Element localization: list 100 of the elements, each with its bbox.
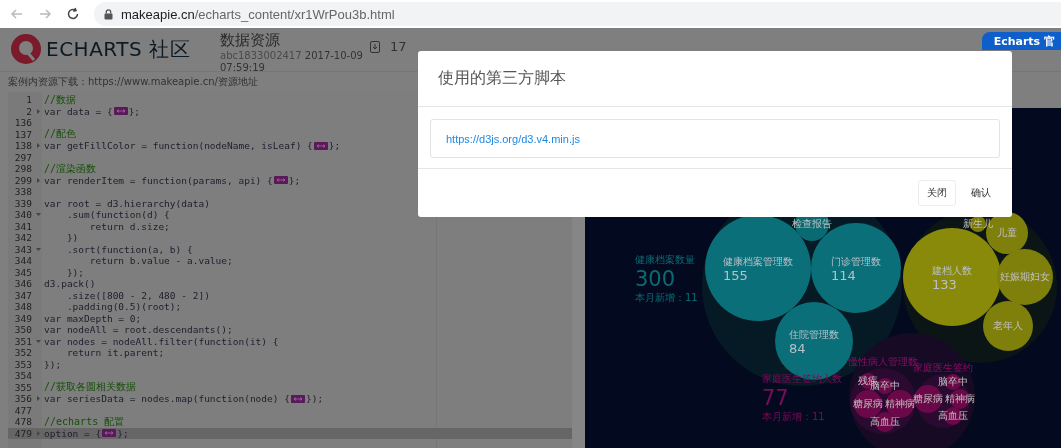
line-number: 340 [13, 209, 32, 221]
line-number: 138 [13, 140, 32, 152]
line-number: 299 [13, 174, 32, 186]
fold-expanded-icon[interactable] [35, 212, 41, 218]
line-number: 297 [13, 151, 32, 163]
stat-value: 300 [635, 267, 677, 291]
fold-collapsed-icon[interactable] [35, 430, 41, 436]
fold-collapsed-icon[interactable] [35, 396, 41, 402]
line-number: 339 [13, 197, 32, 209]
forward-icon[interactable] [38, 7, 52, 21]
stat-note: 本月新增：11 [762, 410, 826, 424]
bubble-label: 老年人 [993, 320, 1023, 332]
fold-expanded-icon[interactable] [35, 338, 41, 344]
close-button[interactable]: 关闭 [918, 180, 956, 206]
folded-code-icon[interactable] [290, 394, 305, 403]
code-text: var renderItem = function(params, api) { [44, 174, 273, 186]
download-count: 17 [390, 39, 407, 54]
bubble-label: 高血压 [870, 416, 900, 428]
code-text: }; [117, 427, 129, 439]
download-icon[interactable] [370, 40, 380, 53]
stat-value: 77 [762, 386, 790, 410]
code-text: }) [65, 232, 79, 244]
bubble-label: 儿童 [997, 227, 1017, 239]
bubble-label: 建档人数 133 [932, 265, 972, 293]
code-text: var nodes = nodeAll.filter(function(it) { [44, 335, 279, 347]
bubble-label: 糖尿病 [853, 398, 883, 410]
code-text: option = { [44, 427, 102, 439]
code-text: .size([800 - 2, 480 - 2]) [65, 289, 210, 301]
code-text: return d.size; [88, 220, 170, 232]
code-text: }; [288, 174, 301, 186]
folded-code-icon[interactable] [113, 107, 128, 116]
code-text: .padding(0.5)(root); [65, 301, 182, 313]
code-text: var getFillColor = function(nodeName, isLeaf) { [44, 140, 313, 152]
line-number: 354 [13, 370, 32, 382]
dialog-title: 使用的第三方脚本 [438, 68, 566, 89]
logo-icon [10, 33, 42, 65]
line-number: 349 [13, 312, 32, 324]
bubble-label: 精神病 [945, 393, 975, 405]
code-comment: //数据 [44, 92, 77, 107]
fold-collapsed-icon[interactable] [35, 177, 41, 183]
line-number: 343 [13, 243, 32, 255]
line-number: 136 [13, 117, 32, 129]
bubble-label: 门诊管理数 114 [831, 256, 881, 284]
line-number: 298 [13, 163, 32, 175]
bubble-label: 健康档案管理数 155 [723, 256, 793, 284]
back-icon[interactable] [10, 7, 24, 21]
url-text: makeapie.cn/echarts_content/xr1WrPou3b.html [121, 6, 395, 22]
fold-expanded-icon[interactable] [35, 246, 41, 252]
line-number: 350 [13, 324, 32, 336]
code-text: }; [128, 105, 141, 117]
code-text: }); [305, 393, 324, 405]
bubble-label: 高血压 [938, 410, 968, 422]
line-number: 137 [13, 128, 32, 140]
code-text: return b.value - a.value; [88, 255, 233, 267]
line-number: 477 [13, 404, 32, 416]
line-number: 1 [25, 94, 32, 106]
line-number: 478 [13, 416, 32, 428]
line-number: 341 [13, 220, 32, 232]
folded-code-icon[interactable] [313, 141, 328, 150]
official-site-button[interactable]: Echarts 官 [981, 32, 1061, 50]
code-text: var root = d3.hierarchy(data) [44, 197, 210, 209]
line-number: 344 [13, 255, 32, 267]
stat-label: 健康档案数量 [635, 253, 696, 267]
time-text: 07:59:19 [220, 62, 266, 74]
address-bar[interactable]: makeapie.cn/echarts_content/xr1WrPou3b.html [94, 2, 1061, 26]
code-text: }; [328, 140, 341, 152]
bubble-label: 妊娠期妇女 [1000, 271, 1050, 283]
code-text: return it.parent; [65, 347, 165, 359]
code-text: .sort(function(a, b) { [65, 243, 193, 255]
line-number: 352 [13, 347, 32, 359]
fold-collapsed-icon[interactable] [35, 108, 41, 114]
folded-code-icon[interactable] [102, 429, 117, 438]
code-text: var maxDepth = 0; [44, 312, 142, 324]
folded-code-icon[interactable] [273, 176, 288, 185]
line-number: 342 [13, 232, 32, 244]
logo-text: ECHARTS 社区 [46, 35, 191, 63]
bubble-label: 住院管理数 84 [789, 329, 839, 357]
code-text: }); [44, 358, 62, 370]
line-number: 353 [13, 358, 32, 370]
line-number: 338 [13, 186, 32, 198]
code-text: var seriesData = nodes.map(function(node) { [44, 393, 290, 405]
code-text: }); [65, 266, 85, 278]
line-number: 347 [13, 289, 32, 301]
reload-icon[interactable] [66, 7, 80, 21]
code-text: .sum(function(d) { [65, 209, 170, 221]
page-title: 数据资源 [220, 31, 281, 50]
bubble-label: 糖尿病 [913, 393, 943, 404]
line-number: 356 [13, 393, 32, 405]
fold-collapsed-icon[interactable] [35, 143, 41, 149]
code-comment: //配色 [44, 127, 77, 142]
line-number: 351 [13, 335, 32, 347]
script-link[interactable]: https://d3js.org/d3.v4.min.js [446, 132, 580, 145]
line-number: 345 [13, 266, 32, 278]
line-number: 348 [13, 301, 32, 313]
lock-icon [104, 8, 113, 20]
code-comment: //echarts 配置 [44, 414, 125, 429]
code-comment: //获取各圆相关数据 [44, 380, 137, 395]
code-text: d3.pack() [44, 278, 96, 290]
line-number: 2 [25, 105, 32, 117]
code-comment: //渲染函数 [44, 161, 97, 176]
